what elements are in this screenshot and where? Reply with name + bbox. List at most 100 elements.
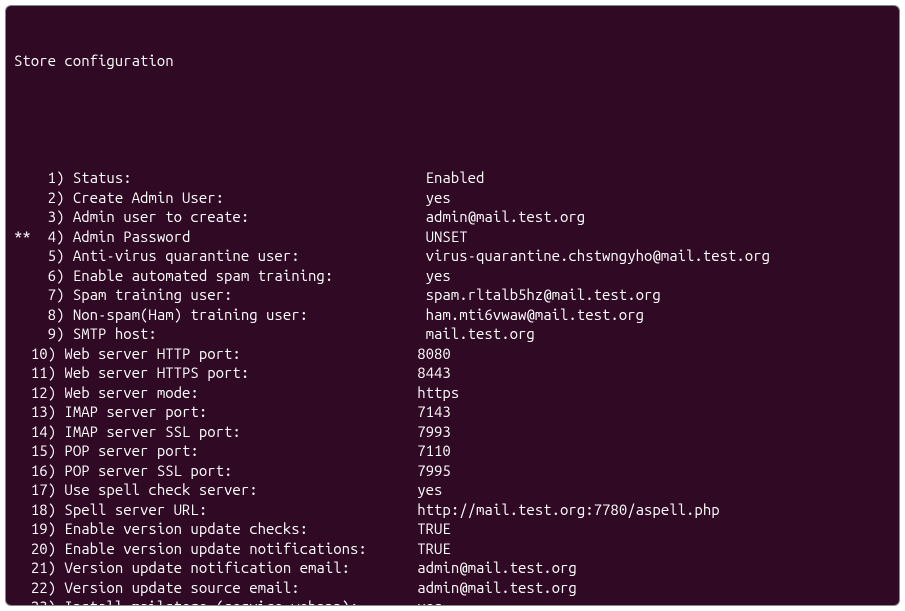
item-label: Web server HTTP port: — [64, 344, 417, 364]
item-value: 7110 — [417, 441, 451, 461]
item-prefix — [14, 207, 39, 227]
item-paren: ) — [48, 383, 65, 403]
config-item[interactable]: 17) Use spell check server:yes — [14, 480, 891, 500]
item-paren: ) — [48, 500, 65, 520]
config-item[interactable]: 10) Web server HTTP port:8080 — [14, 344, 891, 364]
item-number: 14 — [31, 422, 48, 442]
item-label: Non-spam(Ham) training user: — [73, 305, 426, 325]
item-number: 12 — [31, 383, 48, 403]
item-number: 18 — [31, 500, 48, 520]
item-label: Install mailstore (service webapp): — [64, 597, 417, 606]
item-number: 16 — [31, 461, 48, 481]
item-value: Enabled — [426, 168, 485, 188]
config-item[interactable]: 3) Admin user to create:admin@mail.test.… — [14, 207, 891, 227]
item-number: 22 — [31, 578, 48, 598]
config-item[interactable]: 15) POP server port:7110 — [14, 441, 891, 461]
item-paren: ) — [56, 227, 73, 247]
item-paren: ) — [48, 597, 65, 606]
config-item[interactable]: 9) SMTP host:mail.test.org — [14, 324, 891, 344]
item-prefix — [14, 422, 31, 442]
item-prefix — [14, 578, 31, 598]
item-value: TRUE — [417, 539, 451, 559]
terminal-window[interactable]: Store configuration 1) Status:Enabled 2)… — [5, 5, 900, 606]
item-label: Web server HTTPS port: — [64, 363, 417, 383]
item-number: 10 — [31, 344, 48, 364]
item-value: ham.mti6vwaw@mail.test.org — [426, 305, 644, 325]
item-number: 4 — [39, 227, 56, 247]
config-item[interactable]: 12) Web server mode:https — [14, 383, 891, 403]
item-paren: ) — [56, 305, 73, 325]
item-number: 6 — [39, 266, 56, 286]
item-number: 21 — [31, 558, 48, 578]
item-paren: ) — [48, 480, 65, 500]
item-value: UNSET — [426, 227, 468, 247]
item-number: 17 — [31, 480, 48, 500]
item-value: TRUE — [417, 519, 451, 539]
item-value: 7993 — [417, 422, 451, 442]
item-label: Anti-virus quarantine user: — [73, 246, 426, 266]
item-prefix — [14, 500, 31, 520]
item-value: http://mail.test.org:7780/aspell.php — [417, 500, 719, 520]
config-item[interactable]: 5) Anti-virus quarantine user:virus-quar… — [14, 246, 891, 266]
item-label: Enable automated spam training: — [73, 266, 426, 286]
item-label: Web server mode: — [64, 383, 417, 403]
config-item[interactable]: 16) POP server SSL port:7995 — [14, 461, 891, 481]
config-item[interactable]: 20) Enable version update notifications:… — [14, 539, 891, 559]
item-paren: ) — [56, 188, 73, 208]
item-value: yes — [417, 597, 442, 606]
item-label: IMAP server SSL port: — [64, 422, 417, 442]
config-item[interactable]: 11) Web server HTTPS port:8443 — [14, 363, 891, 383]
item-prefix — [14, 597, 31, 606]
config-item[interactable]: 21) Version update notification email:ad… — [14, 558, 891, 578]
item-value: 8080 — [417, 344, 451, 364]
item-number: 13 — [31, 402, 48, 422]
item-value: yes — [417, 480, 442, 500]
item-paren: ) — [48, 402, 65, 422]
config-item[interactable]: 22) Version update source email:admin@ma… — [14, 578, 891, 598]
config-item[interactable]: 13) IMAP server port:7143 — [14, 402, 891, 422]
item-paren: ) — [56, 324, 73, 344]
item-label: SMTP host: — [73, 324, 426, 344]
config-item[interactable]: 19) Enable version update checks:TRUE — [14, 519, 891, 539]
item-number: 9 — [39, 324, 56, 344]
config-item[interactable]: 18) Spell server URL:http://mail.test.or… — [14, 500, 891, 520]
config-item[interactable]: 2) Create Admin User:yes — [14, 188, 891, 208]
item-label: Admin user to create: — [73, 207, 426, 227]
item-paren: ) — [48, 461, 65, 481]
config-item[interactable]: 14) IMAP server SSL port:7993 — [14, 422, 891, 442]
item-label: Version update source email: — [64, 578, 417, 598]
config-item[interactable]: 23) Install mailstore (service webapp):y… — [14, 597, 891, 606]
item-value: 7995 — [417, 461, 451, 481]
item-number: 5 — [39, 246, 56, 266]
item-number: 15 — [31, 441, 48, 461]
item-value: https — [417, 383, 459, 403]
item-prefix — [14, 285, 39, 305]
config-item[interactable]: 8) Non-spam(Ham) training user:ham.mti6v… — [14, 305, 891, 325]
item-number: 1 — [39, 168, 56, 188]
item-label: Version update notification email: — [64, 558, 417, 578]
item-prefix — [14, 441, 31, 461]
item-label: Enable version update notifications: — [64, 539, 417, 559]
config-item[interactable]: 1) Status:Enabled — [14, 168, 891, 188]
item-paren: ) — [48, 344, 65, 364]
item-label: IMAP server port: — [64, 402, 417, 422]
item-value: admin@mail.test.org — [426, 207, 586, 227]
item-number: 8 — [39, 305, 56, 325]
item-label: Spell server URL: — [64, 500, 417, 520]
item-paren: ) — [56, 168, 73, 188]
item-label: Create Admin User: — [73, 188, 426, 208]
item-paren: ) — [48, 578, 65, 598]
config-item[interactable]: 7) Spam training user:spam.rltalb5hz@mai… — [14, 285, 891, 305]
item-value: admin@mail.test.org — [417, 558, 577, 578]
config-item[interactable]: ** 4) Admin PasswordUNSET — [14, 227, 891, 247]
config-item[interactable]: 6) Enable automated spam training:yes — [14, 266, 891, 286]
item-prefix — [14, 363, 31, 383]
item-paren: ) — [48, 519, 65, 539]
item-prefix — [14, 188, 39, 208]
item-paren: ) — [48, 441, 65, 461]
item-prefix — [14, 402, 31, 422]
item-prefix — [14, 539, 31, 559]
item-number: 7 — [39, 285, 56, 305]
item-paren: ) — [56, 266, 73, 286]
item-prefix — [14, 383, 31, 403]
